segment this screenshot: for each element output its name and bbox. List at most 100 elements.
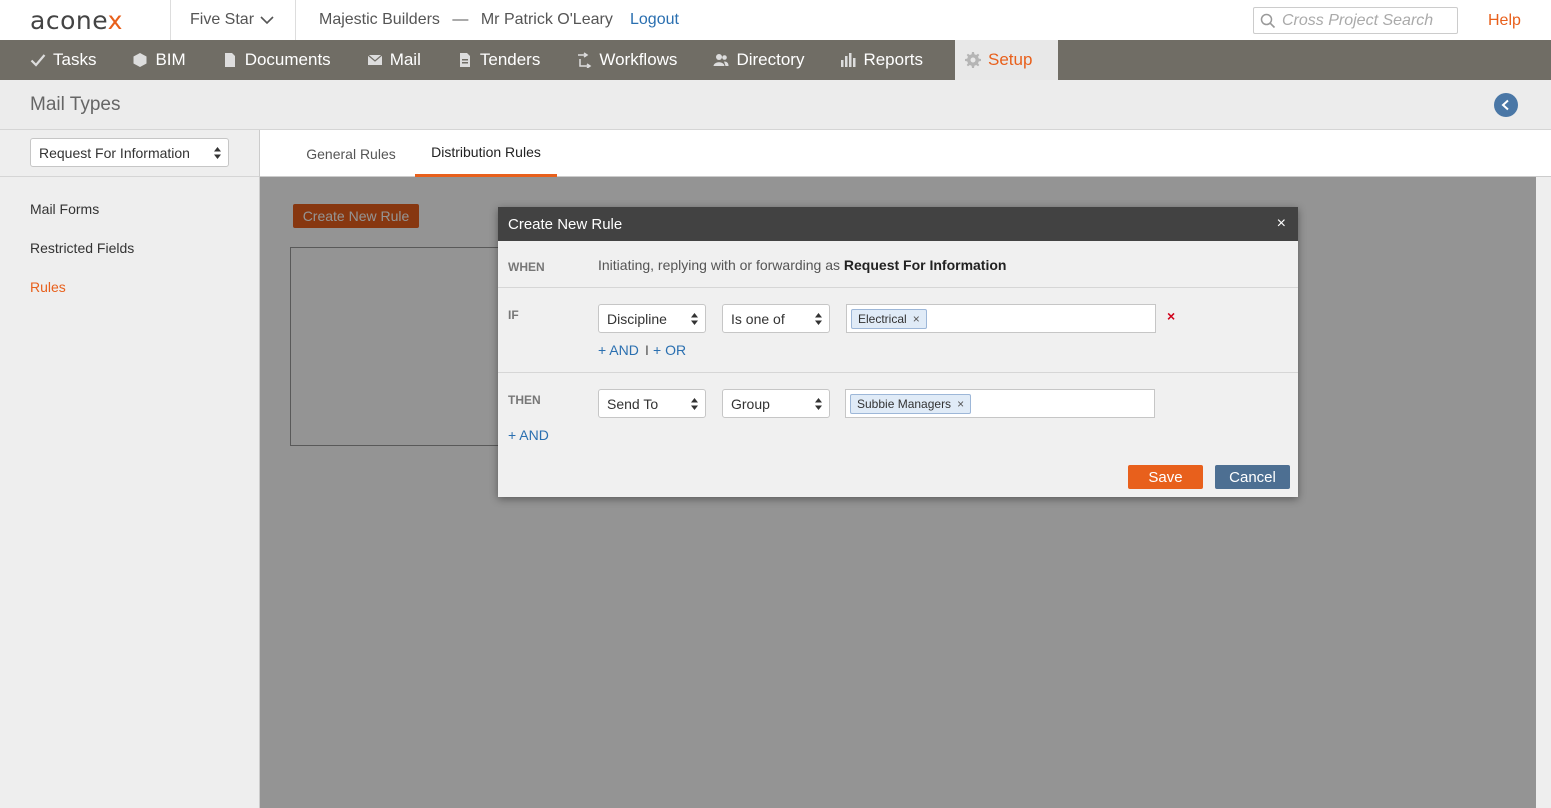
select-arrows-icon — [815, 397, 822, 410]
nav-label: Reports — [863, 50, 923, 69]
sidebar-item-rules[interactable]: Rules — [30, 279, 66, 295]
select-arrows-icon — [214, 146, 221, 159]
select-arrows-icon — [691, 312, 698, 325]
nav-workflows[interactable]: Workflows — [546, 40, 683, 80]
document-icon — [224, 53, 235, 67]
org-user-info: Majestic Builders — Mr Patrick O'Leary — [319, 11, 613, 29]
nav-tasks[interactable]: Tasks — [0, 40, 102, 80]
nav-setup[interactable]: Setup — [954, 40, 1059, 80]
tag-remove-icon[interactable]: × — [913, 312, 920, 326]
tag-label: Subbie Managers — [857, 396, 952, 411]
select-arrows-icon — [691, 397, 698, 410]
then-label: THEN — [508, 393, 541, 407]
nav-label: BIM — [155, 50, 186, 69]
nav-label: Directory — [736, 50, 805, 69]
condition-value-input[interactable]: Electrical × — [846, 304, 1156, 333]
nav-directory[interactable]: Directory — [683, 40, 810, 80]
dialog-header: Create New Rule × — [498, 207, 1298, 241]
dialog-footer: Save Cancel — [498, 463, 1298, 497]
chevron-down-icon — [260, 15, 274, 24]
nav-reports[interactable]: Reports — [810, 40, 929, 80]
mail-type-value: Request For Information — [39, 144, 190, 161]
scrollbar-track[interactable] — [1536, 177, 1551, 808]
bar-chart-icon — [841, 53, 856, 67]
workflow-icon — [578, 52, 592, 68]
sidebar-item-mail-forms[interactable]: Mail Forms — [30, 201, 99, 217]
create-rule-dialog: Create New Rule × WHEN Initiating, reply… — [498, 207, 1298, 497]
remove-condition-icon[interactable]: × — [1167, 308, 1175, 324]
save-button[interactable]: Save — [1128, 465, 1203, 489]
recipient-input[interactable]: Subbie Managers × — [845, 389, 1155, 418]
nav-label: Mail — [389, 50, 421, 69]
condition-operator-select[interactable]: Is one of — [722, 304, 830, 333]
nav-label: Workflows — [599, 50, 678, 69]
nav-label: Setup — [987, 50, 1033, 69]
tab-general-rules[interactable]: General Rules — [296, 130, 406, 177]
add-and-condition-link[interactable]: + AND — [598, 342, 639, 358]
collapse-panel-button[interactable] — [1494, 93, 1518, 117]
mail-type-select[interactable]: Request For Information — [30, 138, 229, 167]
cross-project-search[interactable] — [1253, 7, 1458, 34]
nav-label: Documents — [244, 50, 331, 69]
organization-name: Majestic Builders — [319, 11, 440, 28]
sidebar-item-restricted-fields[interactable]: Restricted Fields — [30, 240, 134, 256]
nav-documents[interactable]: Documents — [192, 40, 337, 80]
project-switcher[interactable]: Five Star — [190, 11, 274, 29]
divider — [295, 0, 296, 40]
dialog-title: Create New Rule — [508, 215, 623, 233]
help-link[interactable]: Help — [1488, 12, 1521, 30]
aconex-logo[interactable]: aconex — [30, 6, 123, 35]
gear-icon — [964, 52, 981, 68]
link-separator: I — [645, 342, 649, 358]
when-description: Initiating, replying with or forwarding … — [598, 257, 1006, 273]
main-nav: Tasks BIM Documents Mail Tenders Workflo… — [0, 40, 1551, 80]
if-row: IF Discipline Is one of Electrical × × +… — [498, 288, 1298, 373]
close-icon[interactable]: × — [1277, 215, 1286, 233]
condition-field-value: Discipline — [607, 310, 667, 327]
tender-icon — [459, 53, 470, 67]
tag-remove-icon[interactable]: × — [957, 397, 964, 411]
nav-bim[interactable]: BIM — [102, 40, 191, 80]
sidebar: Request For Information Mail Forms Restr… — [0, 130, 260, 808]
add-or-condition-link[interactable]: + OR — [653, 342, 686, 358]
recipient-type-select[interactable]: Group — [722, 389, 830, 418]
project-name: Five Star — [190, 11, 255, 28]
tag-label: Electrical — [858, 311, 907, 326]
select-arrows-icon — [815, 312, 822, 325]
recipient-type-value: Group — [731, 395, 770, 412]
dialog-body: WHEN Initiating, replying with or forwar… — [498, 241, 1298, 463]
value-tag: Electrical × — [851, 308, 927, 329]
search-icon — [1260, 13, 1276, 28]
when-text: Initiating, replying with or forwarding … — [598, 257, 841, 273]
user-name: Mr Patrick O'Leary — [480, 11, 613, 28]
when-label: WHEN — [508, 260, 545, 274]
check-icon — [30, 54, 46, 67]
envelope-icon — [367, 54, 383, 65]
nav-tenders[interactable]: Tenders — [427, 40, 546, 80]
search-input[interactable] — [1282, 11, 1452, 30]
action-select[interactable]: Send To — [598, 389, 706, 418]
when-mail-type: Request For Information — [843, 257, 1007, 273]
tab-distribution-rules[interactable]: Distribution Rules — [415, 130, 557, 177]
separator-dash: — — [452, 11, 469, 28]
page-header: Mail Types — [0, 80, 1551, 130]
logo-text: acone — [30, 6, 108, 35]
chevron-left-icon — [1501, 99, 1509, 111]
add-action-link[interactable]: + AND — [508, 427, 549, 443]
people-icon — [713, 54, 729, 66]
when-row: WHEN Initiating, replying with or forwar… — [498, 241, 1298, 288]
logout-link[interactable]: Logout — [630, 11, 679, 29]
top-bar: aconex Five Star Majestic Builders — Mr … — [0, 0, 1551, 40]
cancel-button[interactable]: Cancel — [1215, 465, 1290, 489]
nav-label: Tenders — [479, 50, 541, 69]
then-row: THEN Send To Group Subbie Managers × + A… — [498, 373, 1298, 463]
recipient-tag: Subbie Managers × — [850, 393, 972, 414]
action-value: Send To — [607, 395, 659, 412]
divider — [170, 0, 171, 40]
condition-field-select[interactable]: Discipline — [598, 304, 706, 333]
nav-mail[interactable]: Mail — [337, 40, 427, 80]
cube-icon — [133, 53, 147, 67]
condition-operator-value: Is one of — [731, 310, 785, 327]
nav-label: Tasks — [53, 50, 97, 69]
logo-accent-text: x — [107, 6, 123, 35]
